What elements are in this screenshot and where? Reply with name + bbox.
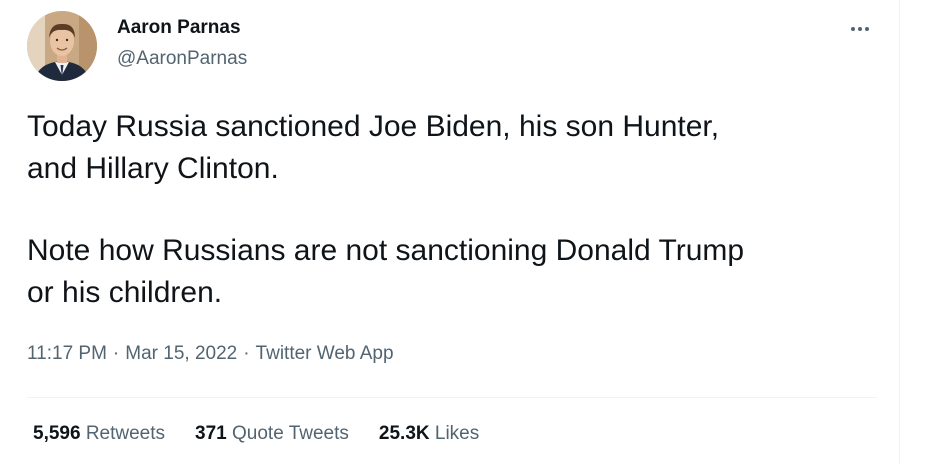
tweet-line: and Hillary Clinton. — [27, 152, 279, 185]
meta-separator: · — [243, 343, 250, 364]
retweets-label: Retweets — [85, 423, 166, 444]
tweet-source[interactable]: Twitter Web App — [256, 343, 394, 364]
more-dot — [851, 27, 855, 31]
profile-photo-icon — [27, 11, 97, 81]
tweet-line: Note how Russians are not sanctioning Do… — [27, 234, 745, 267]
meta-separator: · — [112, 343, 120, 364]
likes-label: Likes — [434, 423, 480, 444]
tweet-line: or his children. — [27, 276, 223, 309]
more-icon[interactable] — [840, 14, 880, 44]
retweets-count: 5,596 — [33, 423, 81, 444]
divider — [27, 397, 877, 398]
more-dot — [858, 27, 862, 31]
tweet-meta: 11:17 PM · Mar 15, 2022 · Twitter Web App — [27, 343, 394, 365]
tweet-time[interactable]: 11:17 PM — [27, 343, 107, 364]
tweet-card: Aaron Parnas @AaronParnas Today Russia s… — [0, 0, 900, 464]
tweet-date[interactable]: Mar 15, 2022 — [125, 343, 237, 364]
likes-count: 25.3K — [378, 423, 430, 444]
retweets-stat[interactable]: 5,596 Retweets — [33, 423, 165, 445]
author-name[interactable]: Aaron Parnas — [117, 17, 241, 39]
tweet-line: Today Russia sanctioned Joe Biden, his s… — [27, 110, 720, 143]
likes-stat[interactable]: 25.3K Likes — [379, 423, 479, 445]
avatar[interactable] — [27, 11, 97, 81]
quote-tweets-count: 371 — [195, 423, 227, 444]
tweet-text: Today Russia sanctioned Joe Biden, his s… — [27, 106, 877, 314]
tweet-stats: 5,596 Retweets 371 Quote Tweets 25.3K Li… — [33, 423, 479, 445]
quote-tweets-stat[interactable]: 371 Quote Tweets — [195, 423, 349, 445]
more-dot — [865, 27, 869, 31]
quote-tweets-label: Quote Tweets — [232, 423, 349, 444]
author-handle[interactable]: @AaronParnas — [117, 48, 247, 70]
